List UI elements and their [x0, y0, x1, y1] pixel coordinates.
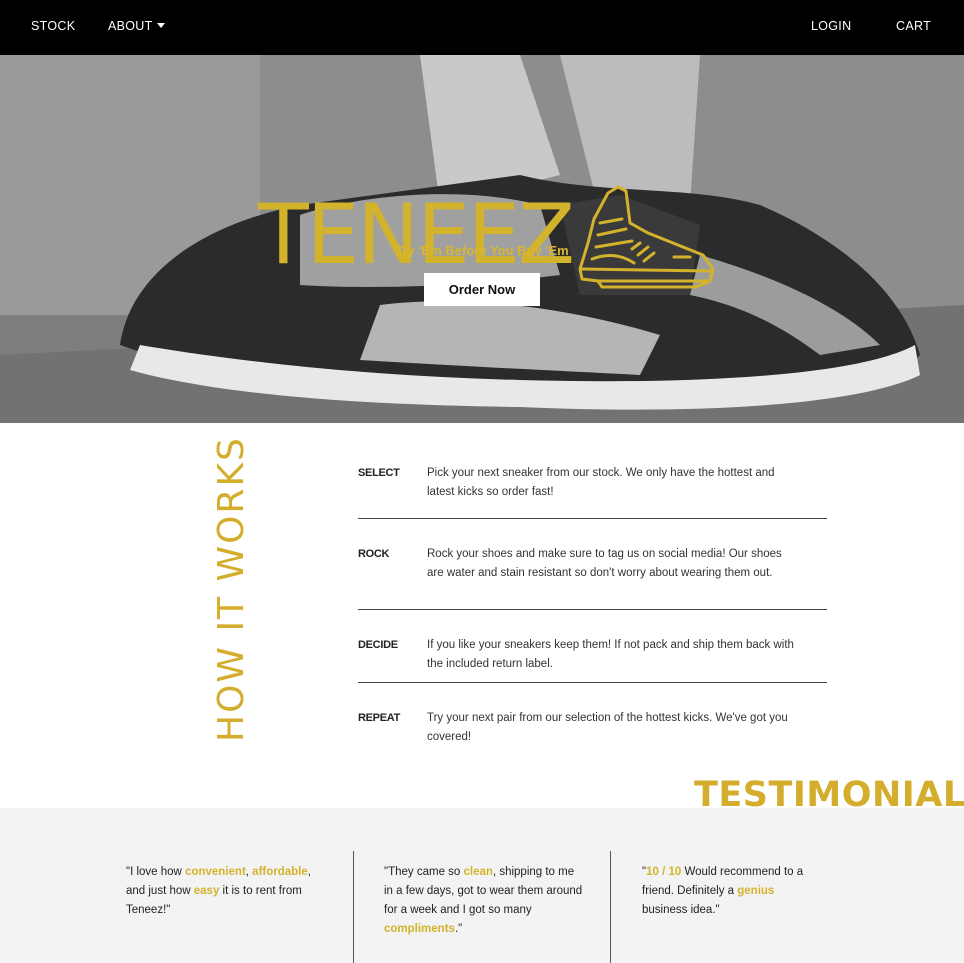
- testimonials-heading: TESTIMONIALS: [694, 775, 964, 815]
- nav-cart-link[interactable]: CART: [896, 19, 931, 33]
- order-now-button[interactable]: Order Now: [424, 273, 540, 306]
- step-label: REPEAT: [358, 712, 401, 724]
- testimonial-quote: "I love how convenient, affordable, and …: [126, 863, 326, 920]
- nav-stock-link[interactable]: STOCK: [31, 19, 75, 33]
- quote-highlight: easy: [193, 885, 220, 897]
- brand-wordmark: TENEEZ: [258, 186, 575, 283]
- testimonial-quote: "They came so clean, shipping to me in a…: [384, 863, 584, 939]
- top-nav: STOCK ABOUT LOGIN CART: [0, 0, 964, 55]
- quote-highlight: affordable: [252, 866, 308, 878]
- sneaker-logo-icon: [578, 185, 715, 289]
- nav-about-dropdown[interactable]: ABOUT: [108, 19, 165, 33]
- quote-highlight: compliments: [384, 923, 455, 935]
- step-decide: DECIDE If you like your sneakers keep th…: [358, 610, 827, 683]
- caret-down-icon: [156, 23, 165, 28]
- hero-banner: TENEEZ Try 'Em Before You Buy 'Em Order …: [0, 55, 964, 423]
- step-label: ROCK: [358, 548, 390, 560]
- step-label: DECIDE: [358, 639, 398, 651]
- step-description: Rock your shoes and make sure to tag us …: [427, 548, 782, 579]
- quote-text: "They came so: [384, 866, 464, 878]
- step-select: SELECT Pick your next sneaker from our s…: [358, 460, 827, 519]
- quote-highlight: convenient: [185, 866, 246, 878]
- quote-highlight: 10 / 10: [646, 866, 682, 878]
- step-description: Pick your next sneaker from our stock. W…: [427, 467, 775, 498]
- quote-text: .": [454, 923, 463, 935]
- step-rock: ROCK Rock your shoes and make sure to ta…: [358, 519, 827, 610]
- step-repeat: REPEAT Try your next pair from our selec…: [358, 683, 827, 753]
- how-it-works-steps: SELECT Pick your next sneaker from our s…: [358, 460, 827, 753]
- testimonial-divider: [610, 851, 611, 963]
- hero-tagline: Try 'Em Before You Buy 'Em: [395, 243, 569, 258]
- quote-highlight: genius: [737, 885, 775, 897]
- testimonial-divider: [353, 851, 354, 963]
- step-description: If you like your sneakers keep them! If …: [427, 639, 794, 670]
- step-description: Try your next pair from our selection of…: [427, 712, 788, 743]
- step-label: SELECT: [358, 467, 400, 479]
- quote-text: business idea.": [642, 904, 720, 916]
- how-it-works-heading: HOW IT WORKS: [211, 436, 252, 742]
- nav-login-link[interactable]: LOGIN: [811, 19, 851, 33]
- nav-about-label: ABOUT: [108, 19, 153, 33]
- quote-text: "I love how: [126, 866, 186, 878]
- testimonial-quote: "10 / 10 Would recommend to a friend. De…: [642, 863, 822, 920]
- quote-highlight: clean: [463, 866, 493, 878]
